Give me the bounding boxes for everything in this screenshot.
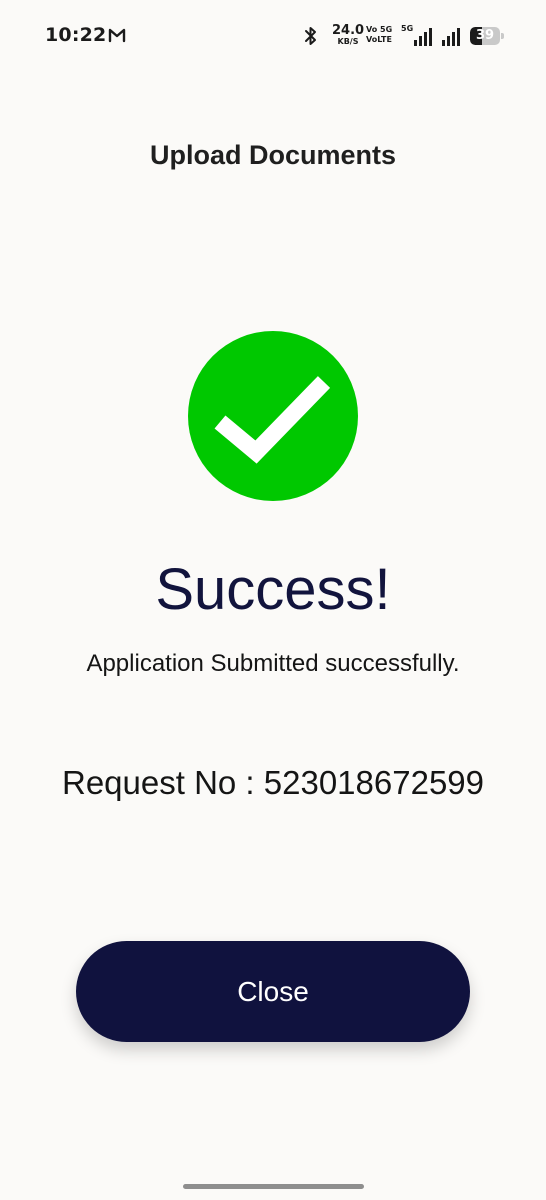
net-speed: 24.0 KB/S (332, 24, 364, 46)
volte-top: Vo 5G (366, 25, 393, 34)
net-speed-unit: KB/S (337, 37, 359, 46)
request-label: Request No : (61, 764, 264, 801)
status-bar: 10:22 24.0 KB/S Vo 5G VoLTE 5G 39 (0, 0, 546, 72)
battery-level: 39 (475, 28, 495, 43)
success-message: Application Submitted successfully. (86, 650, 460, 677)
bluetooth-icon (305, 27, 316, 45)
battery-body: 39 (470, 27, 500, 45)
signal-icon (442, 28, 460, 46)
success-title: Success! (155, 557, 391, 622)
net-speed-value: 24.0 (332, 23, 365, 38)
check-circle-icon (188, 331, 358, 501)
volte-bottom: VoLTE (366, 35, 392, 44)
volte-indicator: Vo 5G VoLTE (366, 26, 392, 44)
request-number-line: Request No : 523018672599 (0, 764, 546, 802)
battery-icon: 39 (470, 27, 504, 45)
signal-icon (414, 28, 432, 46)
status-time: 10:22 (45, 24, 107, 46)
home-indicator[interactable] (183, 1184, 364, 1189)
close-button[interactable]: Close (76, 941, 470, 1042)
battery-tip (501, 33, 504, 39)
page-title: Upload Documents (149, 140, 397, 170)
request-number: 523018672599 (263, 764, 485, 801)
gmail-icon (108, 28, 126, 43)
